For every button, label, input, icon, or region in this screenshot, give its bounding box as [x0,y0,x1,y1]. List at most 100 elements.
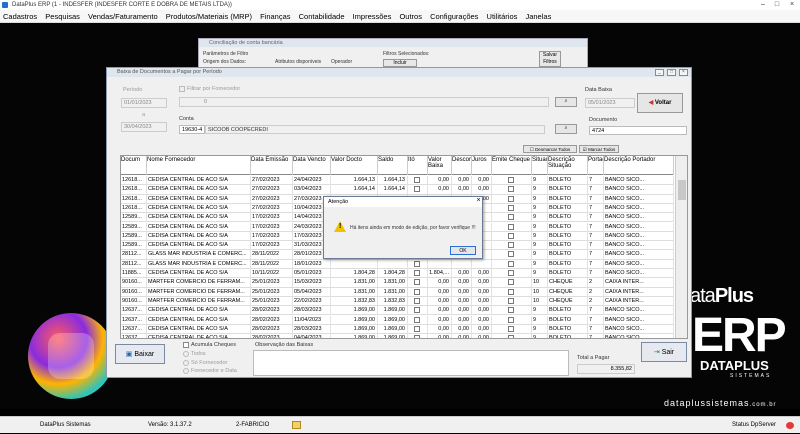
menu-financas[interactable]: Finanças [260,10,290,23]
fornecedor-search-icon[interactable]: ⌕ [555,97,577,107]
row-checkbox[interactable] [414,270,420,276]
incluir-button[interactable]: Incluir [383,59,417,67]
alert-close-icon[interactable]: × [474,197,483,205]
table-row[interactable]: 11885... CEDISA CENTRAL DE ACO S/A 10/11/2… [121,269,674,279]
row-checkbox[interactable] [414,288,420,295]
menu-janelas[interactable]: Janelas [525,10,551,23]
grid-scrollbar[interactable] [675,156,687,338]
row-checkbox[interactable] [508,223,514,230]
row-checkbox[interactable] [414,260,420,267]
menu-cadastros[interactable]: Cadastros [3,10,37,23]
menu-produtos[interactable]: Produtos/Materiais (MRP) [166,10,252,23]
voltar-button[interactable]: ◀ Voltar [637,93,683,113]
desmarcar-todos-button[interactable]: ☐ Desmarcar Todos [523,145,577,153]
row-checkbox[interactable] [508,204,514,211]
marcar-todos-button[interactable]: ☑ Marcar Todos [579,145,619,153]
grid-header-col-9[interactable]: Juros [472,156,492,175]
table-row[interactable]: 90160... MARTFER COMERCIO DE FERRAM... 25/… [121,278,674,288]
table-row[interactable]: 12637... CEDISA CENTRAL DE ACO S/A 28/02/2… [121,324,674,335]
row-checkbox[interactable] [508,195,514,202]
conta-search-icon[interactable]: ⌕ [555,124,577,134]
row-checkbox[interactable] [508,288,514,295]
todos-radio[interactable] [183,351,189,357]
window-maximize-icon[interactable]: □ [667,69,676,76]
grid-header-col-10[interactable]: Emite Cheque [492,156,532,175]
table-row[interactable]: 28112... GLASS MAR INDUSTRIA E COMERC... 2… [121,259,674,269]
row-checkbox[interactable] [508,260,514,267]
minimize-icon[interactable]: – [756,0,770,10]
grid-header-col-3[interactable]: Data Vencto [293,156,331,175]
grid-header-col-0[interactable]: Docum [121,156,147,175]
grid-header-col-2[interactable]: Data Emissão [251,156,293,175]
grid-header-col-5[interactable]: Saldo [378,156,408,175]
date-to-input[interactable]: 30/04/2023 [121,122,167,132]
grid-header-col-1[interactable]: Nome Fornecedor [147,156,251,175]
menu-utilitarios[interactable]: Utilitários [487,10,518,23]
window-minimize-icon[interactable]: _ [655,69,664,76]
table-row[interactable]: 12618... CEDISA CENTRAL DE ACO S/A 27/02/2… [121,176,674,186]
row-checkbox[interactable] [508,214,514,221]
table-cell: BANCO SICO... [604,250,674,260]
row-checkbox[interactable] [508,325,514,332]
row-checkbox[interactable] [508,232,514,239]
date-from-input[interactable]: 01/01/2023 [121,98,167,108]
grid-header-col-14[interactable]: Descrição Portador [604,156,674,175]
menu-vendas[interactable]: Vendas/Faturamento [88,10,158,23]
grid-header-col-7[interactable]: Valor Baixa [428,156,452,175]
row-checkbox[interactable] [508,307,514,314]
table-row[interactable]: 12637... CEDISA CENTRAL DE ACO S/A 28/02/2… [121,315,674,325]
row-checkbox[interactable] [508,270,514,276]
observacao-textarea[interactable] [253,350,569,376]
row-checkbox[interactable] [508,242,514,249]
row-checkbox[interactable] [508,297,514,304]
alert-ok-button[interactable]: OK [450,246,476,255]
row-checkbox[interactable] [414,316,420,323]
grid-header-col-11[interactable]: Situação [532,156,548,175]
window-close-icon[interactable]: × [679,69,688,76]
so-fornecedor-radio[interactable] [183,360,189,366]
menu-configuracoes[interactable]: Configurações [430,10,478,23]
fornecedor-input[interactable]: 0 [179,97,549,107]
filtrar-fornecedor-checkbox[interactable] [179,86,185,92]
row-checkbox[interactable] [414,297,420,304]
folder-icon[interactable] [292,421,301,429]
grid-header-col-8[interactable]: Descor [452,156,472,175]
row-checkbox[interactable] [508,177,514,183]
maximize-icon[interactable]: □ [770,0,784,10]
menu-outros[interactable]: Outros [399,10,422,23]
row-checkbox[interactable] [414,307,420,314]
row-checkbox[interactable] [414,177,420,183]
grid-header-col-13[interactable]: Portador [588,156,604,175]
row-checkbox[interactable] [508,279,514,286]
grid-scroll-thumb[interactable] [678,180,686,200]
row-checkbox[interactable] [508,316,514,323]
row-checkbox[interactable] [508,186,514,193]
row-checkbox[interactable] [414,279,420,286]
grid-header-col-12[interactable]: Descrição Situação [548,156,588,175]
table-row[interactable]: 12637... CEDISA CENTRAL DE ACO S/A 28/02/2… [121,334,674,338]
row-checkbox[interactable] [414,335,420,338]
table-row[interactable]: 12637... CEDISA CENTRAL DE ACO S/A 28/02/2… [121,306,674,316]
row-checkbox[interactable] [508,335,514,338]
data-baixa-input[interactable]: 05/01/2023 [585,98,635,108]
fornecedor-data-radio[interactable] [183,368,189,374]
menu-impressoes[interactable]: Impressões [353,10,392,23]
row-checkbox[interactable] [414,325,420,332]
acumula-cheques-checkbox[interactable] [183,342,189,348]
sair-button[interactable]: ⇥ Sair [641,342,687,362]
salvar-filtros-button[interactable]: Salvar Filtros [539,51,561,67]
data-baixa-label: Data Baixa [585,87,612,93]
baixar-button[interactable]: ▣ Baixar [115,344,165,364]
menu-contabilidade[interactable]: Contabilidade [299,10,345,23]
table-row[interactable]: 12618... CEDISA CENTRAL DE ACO S/A 27/02/2… [121,185,674,195]
conta-codigo-input[interactable]: 19630-4 [179,125,205,134]
table-row[interactable]: 90160... MARTFER COMERCIO DE FERRAM... 25/… [121,296,674,307]
grid-header-col-6[interactable]: Itó [408,156,428,175]
row-checkbox[interactable] [508,251,514,258]
menu-pesquisas[interactable]: Pesquisas [45,10,80,23]
table-row[interactable]: 90160... MARTFER COMERCIO DE FERRAM... 25/… [121,287,674,297]
grid-header-col-4[interactable]: Valor Docto [331,156,378,175]
row-checkbox[interactable] [414,186,420,193]
close-icon[interactable]: × [785,0,799,10]
documento-input[interactable]: 4724 [589,126,687,135]
